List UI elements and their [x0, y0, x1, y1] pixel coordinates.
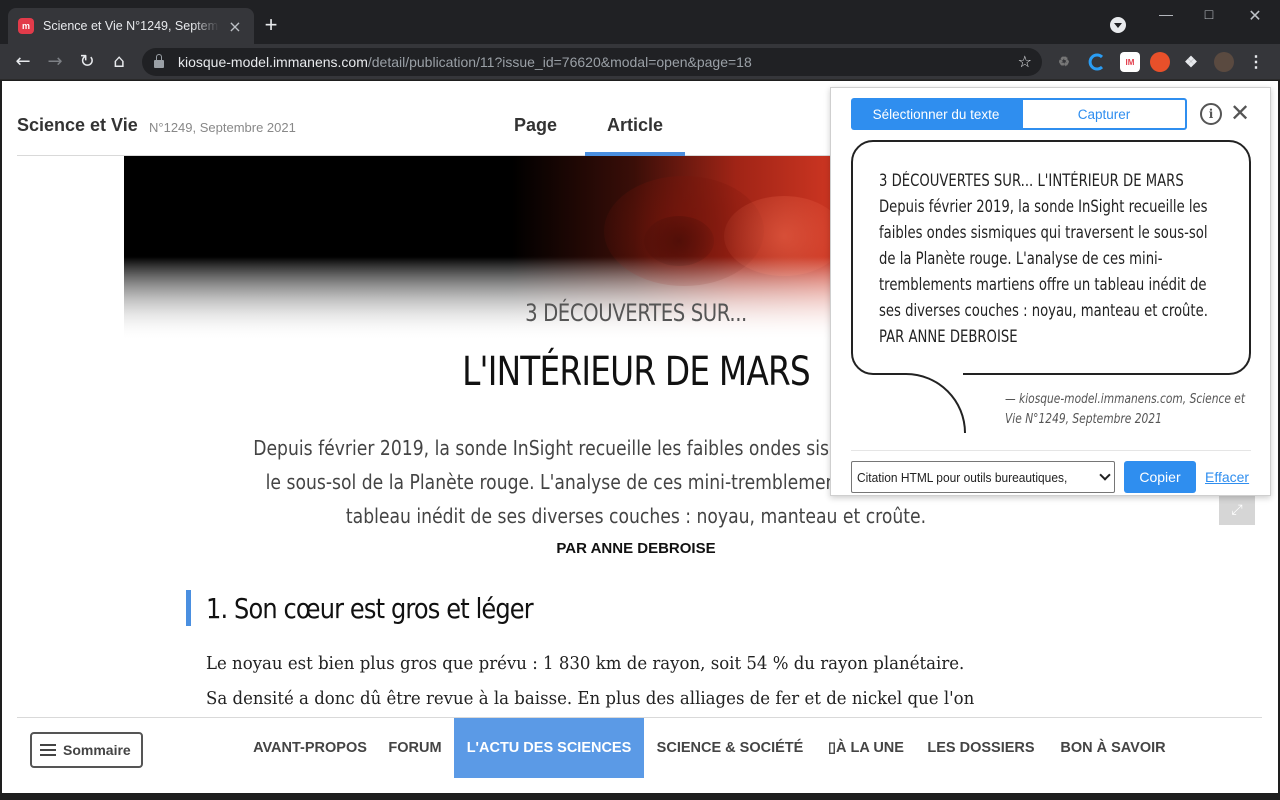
- section-title: 1. Son cœur est gros et léger: [206, 592, 534, 625]
- chevron-down-icon: [1099, 469, 1111, 481]
- nav-forum[interactable]: FORUM: [383, 718, 447, 778]
- rubric-navigation: Sommaire AVANT-PROPOS FORUM L'ACTU DES S…: [17, 717, 1262, 793]
- lock-icon: [154, 54, 164, 68]
- browser-toolbar: ← → ↻ ⌂ kiosque-model.immanens.com/detai…: [0, 44, 1280, 80]
- selected-text: 3 DÉCOUVERTES SUR... L'INTÉRIEUR DE MARS…: [879, 171, 1208, 346]
- tab-search-icon[interactable]: [1110, 17, 1126, 33]
- nav-science-societe[interactable]: SCIENCE & SOCIÉTÉ: [649, 718, 811, 778]
- extension-recycle-icon[interactable]: ♻: [1054, 52, 1074, 72]
- maximize-icon[interactable]: □: [1194, 6, 1224, 22]
- info-icon[interactable]: i: [1200, 103, 1222, 125]
- citation-format-select[interactable]: Citation HTML pour outils bureautiques, …: [851, 461, 1115, 493]
- citation-source: — kiosque-model.immanens.com, Science et…: [1005, 392, 1246, 427]
- nav-a-la-une[interactable]: ▯À LA UNE: [821, 718, 911, 778]
- hamburger-icon: [40, 744, 56, 756]
- forward-arrow-icon[interactable]: →: [43, 50, 67, 74]
- nav-bon-a-savoir[interactable]: BON À SAVOIR: [1055, 718, 1171, 778]
- browser-tab[interactable]: m Science et Vie N°1249, Septembre 2021 …: [8, 8, 254, 44]
- publication-issue: N°1249, Septembre 2021: [149, 120, 296, 135]
- missing-glyph-icon: ▯: [828, 740, 837, 756]
- extension-orange-icon[interactable]: [1150, 52, 1170, 72]
- modal-divider: [851, 450, 1251, 451]
- clear-link[interactable]: Effacer: [1205, 469, 1249, 485]
- browser-tab-bar: m Science et Vie N°1249, Septembre 2021 …: [0, 0, 1280, 44]
- extension-im-icon[interactable]: IM: [1120, 52, 1140, 72]
- copy-button[interactable]: Copier: [1124, 461, 1196, 493]
- browser-menu-icon[interactable]: ⋮: [1246, 52, 1266, 72]
- url-text: kiosque-model.immanens.com/detail/public…: [178, 54, 752, 70]
- tab-page[interactable]: Page: [514, 115, 557, 136]
- address-bar[interactable]: kiosque-model.immanens.com/detail/public…: [142, 48, 1042, 76]
- publication-title: Science et Vie: [17, 115, 138, 135]
- profile-avatar[interactable]: [1214, 52, 1234, 72]
- nav-les-dossiers[interactable]: LES DOSSIERS: [923, 718, 1039, 778]
- tab-article[interactable]: Article: [607, 115, 663, 136]
- capture-button[interactable]: Capturer: [1021, 98, 1187, 130]
- article-byline: PAR ANNE DEBROISE: [556, 540, 716, 557]
- close-icon[interactable]: ✕: [1229, 98, 1251, 128]
- new-tab-button[interactable]: +: [260, 12, 282, 38]
- home-icon[interactable]: ⌂: [107, 50, 131, 74]
- quote-bubble: 3 DÉCOUVERTES SUR... L'INTÉRIEUR DE MARS…: [851, 140, 1251, 375]
- extension-c-icon[interactable]: [1087, 52, 1107, 72]
- expand-icon[interactable]: ⤢: [1219, 495, 1255, 525]
- sommaire-label: Sommaire: [63, 742, 131, 758]
- sommaire-button[interactable]: Sommaire: [30, 732, 143, 768]
- quote-bubble-tail: [901, 373, 966, 433]
- select-text-button[interactable]: Sélectionner du texte: [851, 98, 1021, 130]
- site-favicon-icon: m: [18, 18, 34, 34]
- back-arrow-icon[interactable]: ←: [11, 50, 35, 74]
- nav-actu-des-sciences[interactable]: L'ACTU DES SCIENCES: [454, 718, 644, 778]
- minimize-icon[interactable]: —: [1151, 6, 1181, 22]
- bookmark-star-icon[interactable]: ☆: [1018, 52, 1032, 71]
- text-selection-modal: Sélectionner du texte Capturer i ✕ 3 DÉC…: [830, 87, 1271, 496]
- extensions-puzzle-icon[interactable]: ❖: [1181, 52, 1201, 72]
- section-accent-bar: [186, 590, 191, 626]
- tab-close-icon[interactable]: ×: [226, 17, 244, 36]
- reload-icon[interactable]: ↻: [75, 50, 99, 74]
- nav-avant-propos[interactable]: AVANT-PROPOS: [241, 718, 379, 778]
- citation-format-value: Citation HTML pour outils bureautiques, …: [857, 469, 1070, 485]
- window-close-icon[interactable]: ✕: [1240, 6, 1270, 26]
- taskbar-strip: [0, 793, 1280, 800]
- tab-title: Science et Vie N°1249, Septembre 2021: [43, 19, 219, 33]
